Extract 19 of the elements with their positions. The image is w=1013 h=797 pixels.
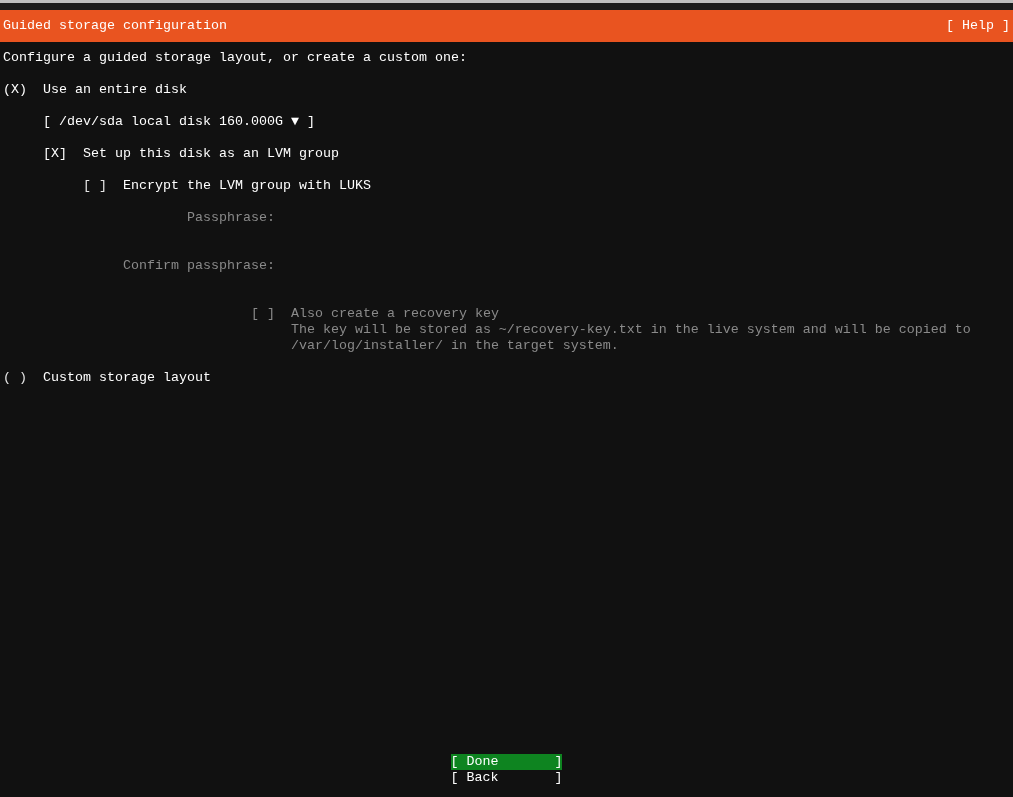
window-title: Guided storage configuration — [3, 18, 227, 34]
help-text: The key will be stored as ~/recovery-key.txt in the live system and will be copied to — [290, 322, 971, 338]
help-text: /var/log/installer/ in the target system. — [290, 338, 619, 354]
option-label: Set up this disk as an LVM group — [82, 146, 339, 162]
option-label: Also create a recovery key — [290, 306, 499, 322]
checkbox[interactable]: [X] — [43, 146, 83, 162]
checkbox[interactable]: [ ] — [82, 178, 123, 194]
radio-button[interactable]: ( ) — [3, 370, 43, 386]
instruction-text: Configure a guided storage layout, or create a custom one: — [3, 50, 467, 66]
option-label: Encrypt the LVM group with LUKS — [122, 178, 371, 194]
field-label: Confirm passphrase: — [122, 258, 275, 274]
radio-button[interactable]: (X) — [3, 82, 43, 98]
option-label: Custom storage layout — [43, 370, 211, 386]
help-link[interactable]: [ Help ] — [946, 18, 1010, 34]
action-button[interactable]: [ Done ] — [450, 754, 563, 770]
action-button[interactable]: [ Back ] — [450, 770, 563, 786]
option-label: Use an entire disk — [43, 82, 187, 98]
field-label: Passphrase: — [186, 210, 275, 226]
disk-dropdown[interactable]: [ /dev/sda local disk 160.000G ▼ ] — [43, 114, 315, 130]
